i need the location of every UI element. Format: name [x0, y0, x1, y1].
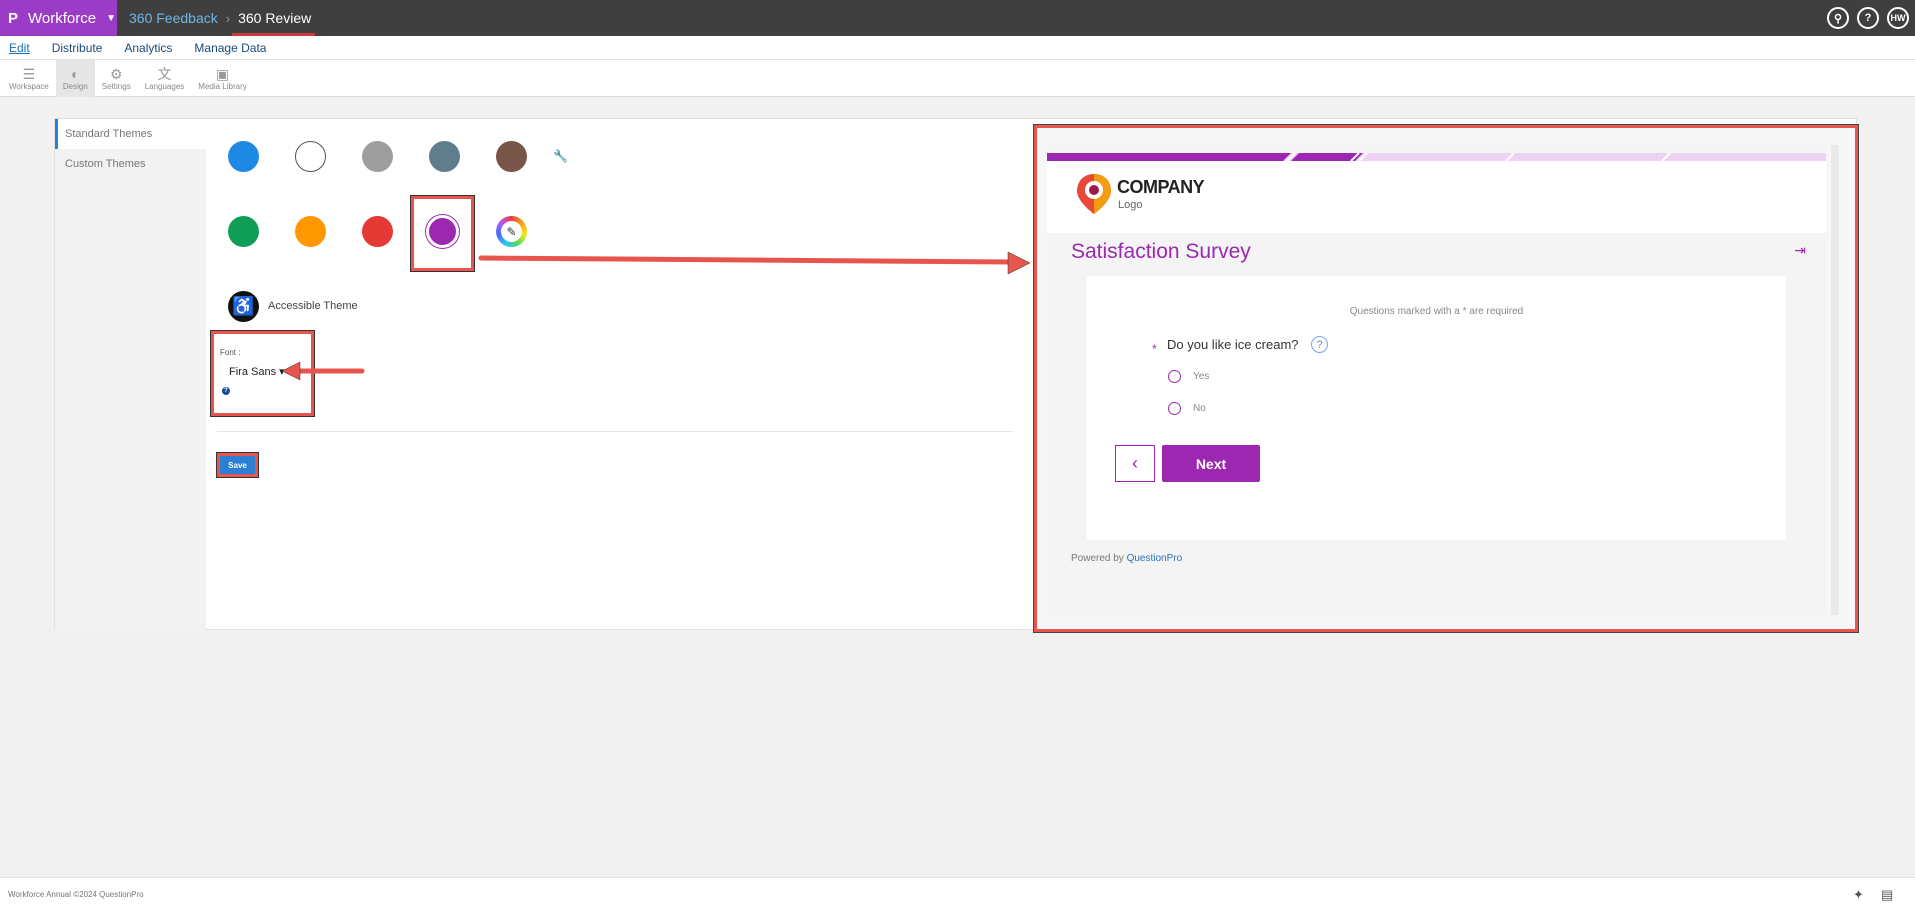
theme-swatch-green[interactable]	[228, 216, 259, 247]
theme-swatch-red[interactable]	[362, 216, 393, 247]
tool-label: Languages	[144, 82, 185, 91]
back-button[interactable]: ‹	[1115, 445, 1155, 482]
font-help-icon[interactable]: ?	[222, 387, 230, 395]
theme-swatch-white[interactable]	[295, 141, 326, 172]
menu-analytics[interactable]: Analytics	[124, 41, 172, 55]
help-icon[interactable]: ?	[1857, 7, 1879, 29]
theme-swatch-purple[interactable]	[426, 215, 459, 248]
tool-label: Media Library	[198, 82, 247, 91]
company-logo-title: COMPANY	[1117, 177, 1205, 197]
accessible-theme-label[interactable]: Accessible Theme	[268, 300, 358, 312]
tool-workspace[interactable]: ☰ Workspace	[2, 60, 56, 97]
company-logo-subtitle: Logo	[1118, 199, 1143, 211]
edit-toolbar: ☰ Workspace ◐ Design ⚙ Settings 文 Langua…	[0, 60, 1915, 97]
tool-label: Workspace	[9, 82, 49, 91]
tool-label: Settings	[101, 82, 131, 91]
menu-manage-data[interactable]: Manage Data	[194, 41, 266, 55]
footer: Workforce Annual ©2024 QuestionPro ✦ ▤	[0, 877, 1915, 910]
font-value: Fira Sans	[229, 366, 277, 378]
questionpro-logo-icon: P	[8, 9, 19, 27]
breadcrumb-separator-icon: ›	[225, 10, 231, 26]
languages-icon: 文	[157, 66, 172, 82]
menu-distribute[interactable]: Distribute	[52, 41, 103, 55]
questionpro-link[interactable]: QuestionPro	[1127, 553, 1183, 564]
save-button[interactable]: Save	[220, 456, 255, 474]
caret-down-icon: ▾	[279, 366, 285, 378]
preview-header: COMPANY Logo	[1047, 153, 1826, 233]
option-label-no[interactable]: No	[1193, 403, 1206, 414]
powered-by-prefix: Powered by	[1071, 553, 1124, 564]
question-text: Do you like ice cream?	[1167, 337, 1299, 352]
palette-icon: ◐	[71, 66, 80, 82]
radio-no[interactable]	[1168, 402, 1181, 415]
nav-standard-themes[interactable]: Standard Themes	[55, 119, 206, 149]
survey-progress-bar	[1047, 153, 1826, 161]
next-button[interactable]: Next	[1162, 445, 1260, 482]
survey-preview-highlight: COMPANY Logo Satisfaction Survey ⇥ Quest…	[1034, 125, 1858, 632]
font-dropdown[interactable]: Fira Sans ▾	[229, 365, 285, 378]
sparkle-icon[interactable]: ✦	[1853, 887, 1864, 903]
question-card: Questions marked with a * are required *…	[1087, 276, 1786, 540]
eyedropper-icon: ✎	[501, 221, 522, 242]
top-bar: P Workforce ▼ 360 Feedback › 360 Review …	[0, 0, 1915, 36]
search-icon[interactable]: ⚲	[1827, 7, 1849, 29]
radio-yes[interactable]	[1168, 370, 1181, 383]
workspace-icon: ☰	[22, 66, 36, 82]
footer-copyright: Workforce Annual ©2024 QuestionPro	[8, 890, 144, 899]
required-star: *	[1152, 342, 1157, 356]
user-avatar[interactable]: HW	[1887, 7, 1909, 29]
breadcrumb-360-feedback[interactable]: 360 Feedback	[129, 10, 218, 26]
tool-settings[interactable]: ⚙ Settings	[95, 60, 138, 97]
breadcrumb-360-review[interactable]: 360 Review	[232, 0, 316, 36]
image-icon: ▣	[215, 66, 230, 82]
accessibility-icon[interactable]: ♿	[228, 291, 259, 322]
chevron-down-icon: ▼	[106, 12, 116, 24]
gear-icon: ⚙	[109, 66, 123, 82]
chat-support-icon[interactable]: ▤	[1881, 887, 1893, 903]
nav-custom-themes[interactable]: Custom Themes	[55, 149, 206, 179]
required-note: Questions marked with a * are required	[1349, 306, 1524, 317]
divider	[217, 431, 1013, 432]
powered-by: Powered by QuestionPro	[1071, 553, 1182, 564]
top-icons: ⚲ ? HW	[1827, 7, 1909, 29]
survey-title: Satisfaction Survey	[1071, 240, 1251, 263]
exit-icon[interactable]: ⇥	[1794, 242, 1806, 259]
theme-swatch-brown[interactable]	[496, 141, 527, 172]
tool-media-library[interactable]: ▣ Media Library	[191, 60, 253, 97]
save-highlight: Save	[217, 453, 258, 477]
tool-label: Design	[62, 82, 88, 91]
theme-swatch-slate[interactable]	[429, 141, 460, 172]
product-switcher[interactable]: P Workforce ▼	[0, 0, 117, 36]
wrench-icon[interactable]: 🔧	[553, 149, 568, 163]
tool-design[interactable]: ◐ Design	[55, 60, 95, 97]
main-menu: Edit Distribute Analytics Manage Data	[0, 36, 1915, 60]
theme-swatch-orange[interactable]	[295, 216, 326, 247]
font-label: Font :	[220, 348, 241, 357]
product-name: Workforce	[28, 9, 97, 27]
chevron-left-icon: ‹	[1132, 453, 1138, 473]
custom-color-picker[interactable]: ✎	[496, 216, 527, 247]
menu-edit[interactable]: Edit	[9, 41, 30, 55]
theme-nav: Standard Themes Custom Themes	[55, 119, 206, 631]
breadcrumb: 360 Feedback › 360 Review	[129, 0, 316, 36]
tool-languages[interactable]: 文 Languages	[138, 60, 192, 97]
theme-swatch-blue[interactable]	[228, 141, 259, 172]
theme-swatch-gray[interactable]	[362, 141, 393, 172]
option-label-yes[interactable]: Yes	[1193, 371, 1209, 382]
preview-scrollbar[interactable]	[1831, 145, 1839, 615]
company-logo-icon	[1077, 174, 1111, 214]
question-help-icon[interactable]: ?	[1311, 336, 1328, 353]
